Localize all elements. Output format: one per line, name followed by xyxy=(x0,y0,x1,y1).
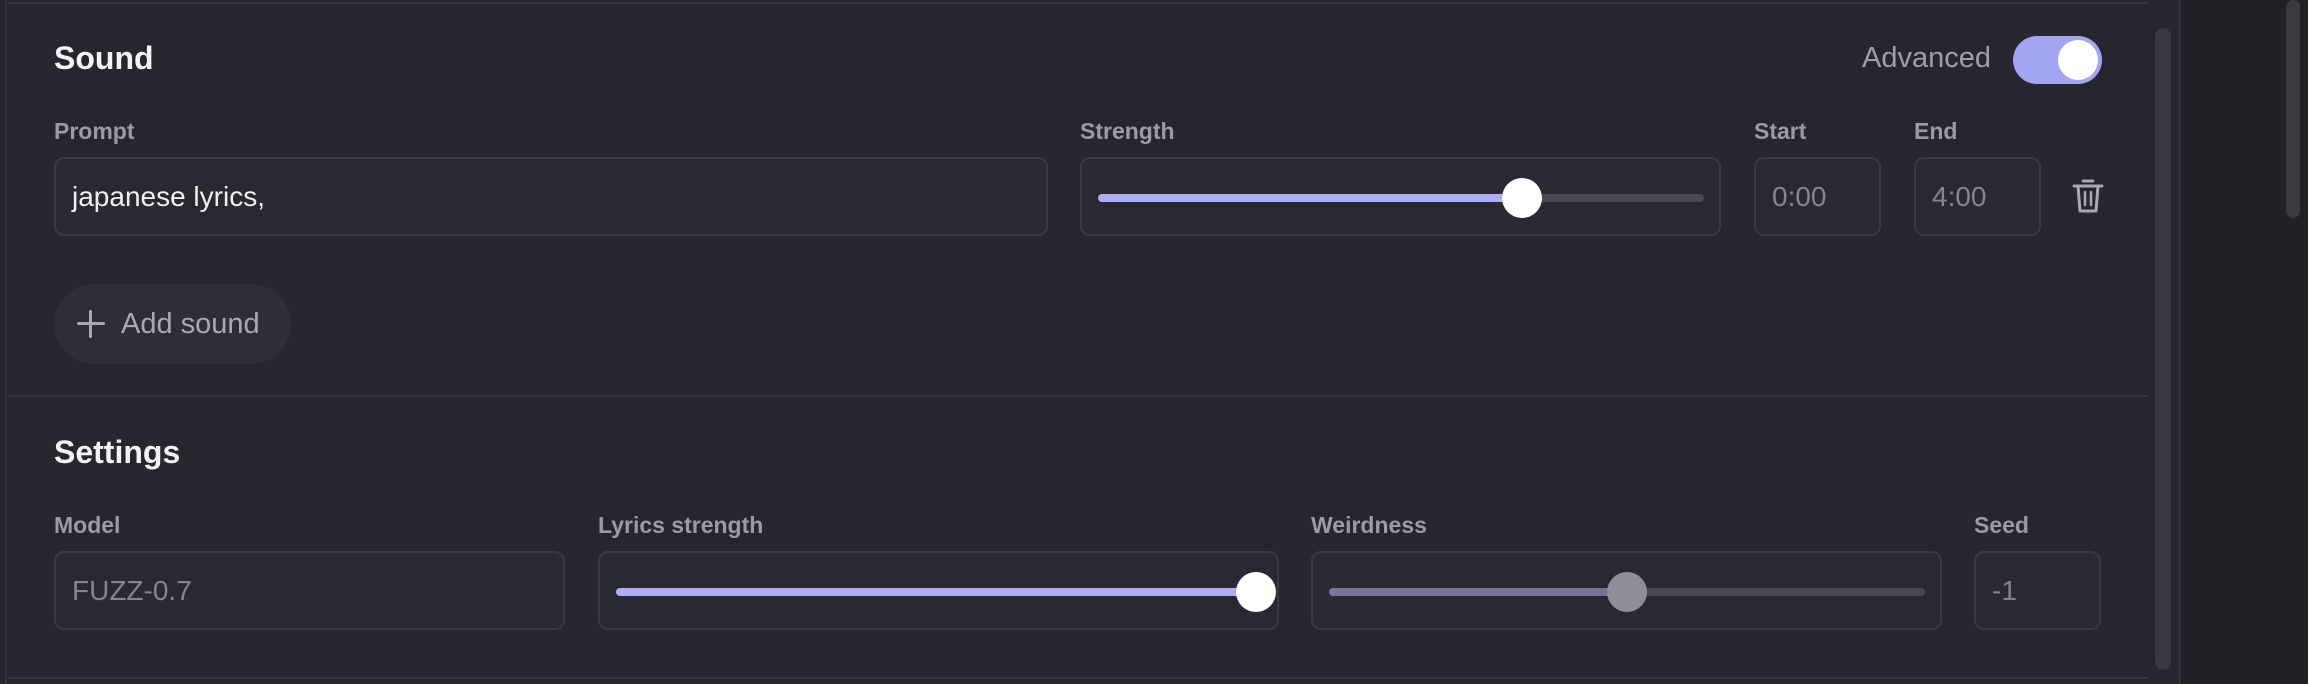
add-sound-label: Add sound xyxy=(121,307,260,340)
toggle-knob xyxy=(2058,40,2098,80)
start-input-placeholder: 0:00 xyxy=(1772,180,1827,212)
plus-icon xyxy=(77,310,105,338)
panel-scrollbar[interactable] xyxy=(2155,28,2171,670)
advanced-label: Advanced xyxy=(1862,42,1991,74)
sound-section-title: Sound xyxy=(54,40,154,76)
prompt-label: Prompt xyxy=(54,118,135,144)
seed-input-placeholder: -1 xyxy=(1992,574,2017,606)
trash-icon[interactable] xyxy=(2072,178,2104,214)
prompt-input[interactable]: japanese lyrics, xyxy=(54,157,1048,236)
weirdness-slider-box xyxy=(1311,551,1942,630)
strength-slider-handle[interactable] xyxy=(1502,178,1543,218)
lyrics-strength-slider-box xyxy=(598,551,1279,630)
section-divider xyxy=(8,395,2148,397)
model-field[interactable]: FUZZ-0.7 xyxy=(54,551,565,630)
strength-slider-fill xyxy=(1098,194,1523,202)
start-input[interactable]: 0:00 xyxy=(1754,157,1881,236)
strength-slider[interactable] xyxy=(1098,178,1704,218)
start-label: Start xyxy=(1754,118,1807,144)
lyrics-strength-slider-handle[interactable] xyxy=(1236,572,1276,612)
page-scrollbar-thumb[interactable] xyxy=(2286,0,2300,218)
end-label: End xyxy=(1914,118,1958,144)
prompt-input-value: japanese lyrics, xyxy=(72,180,265,212)
strength-slider-box xyxy=(1080,157,1721,236)
model-value: FUZZ-0.7 xyxy=(72,574,192,606)
seed-label: Seed xyxy=(1974,512,2029,538)
panel-top-border xyxy=(8,2,2148,4)
settings-section-title: Settings xyxy=(54,434,181,470)
panel-left-border xyxy=(5,0,7,684)
lyrics-strength-slider-fill xyxy=(616,588,1256,596)
end-input-placeholder: 4:00 xyxy=(1932,180,1987,212)
weirdness-slider[interactable] xyxy=(1329,572,1925,612)
end-input[interactable]: 4:00 xyxy=(1914,157,2041,236)
weirdness-slider-handle[interactable] xyxy=(1607,572,1647,612)
lyrics-strength-slider[interactable] xyxy=(616,572,1276,612)
panel: Sound Advanced Prompt japanese lyrics, S… xyxy=(0,0,2178,684)
weirdness-label: Weirdness xyxy=(1311,512,1427,538)
weirdness-slider-fill xyxy=(1329,588,1627,596)
panel-bottom-border xyxy=(8,677,2148,679)
seed-input[interactable]: -1 xyxy=(1974,551,2101,630)
advanced-toggle[interactable] xyxy=(2013,36,2102,84)
lyrics-strength-label: Lyrics strength xyxy=(598,512,764,538)
model-label: Model xyxy=(54,512,121,538)
strength-label: Strength xyxy=(1080,118,1175,144)
add-sound-button[interactable]: Add sound xyxy=(54,284,291,364)
